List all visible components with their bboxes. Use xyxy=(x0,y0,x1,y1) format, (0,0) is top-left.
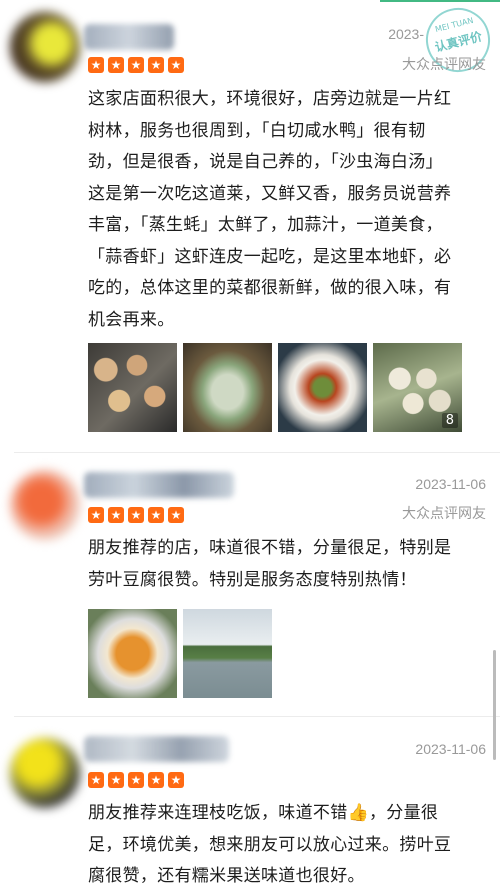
star-icon: ★ xyxy=(168,772,184,788)
review-photo-tofu-dish[interactable] xyxy=(88,609,177,698)
star-icon: ★ xyxy=(128,507,144,523)
review-line: 「蒜香虾」这虾连皮一起吃，是这里本地虾，必 xyxy=(88,246,452,267)
review-line: 机会再来。 xyxy=(88,309,175,330)
avatar[interactable] xyxy=(10,12,80,82)
avatar[interactable] xyxy=(10,738,80,808)
review-divider xyxy=(14,716,500,717)
review-photo-rice-cakes[interactable]: 8 xyxy=(373,343,462,432)
star-icon: ★ xyxy=(128,57,144,73)
avatar[interactable] xyxy=(10,470,80,540)
star-icon: ★ xyxy=(108,772,124,788)
review-date: 2023- xyxy=(388,26,424,42)
reviewer-name[interactable] xyxy=(84,736,229,762)
review-line: 劳叶豆腐很赞。特别是服务态度特别热情！ xyxy=(88,569,417,590)
star-icon: ★ xyxy=(88,772,104,788)
review-source: 大众点评网友 xyxy=(402,57,486,73)
review-line: 这是第一次吃这道莱，又鲜又香，服务员说营养 xyxy=(88,183,452,204)
reviewer-name[interactable] xyxy=(84,472,234,498)
review-source: 大众点评网友 xyxy=(402,506,486,522)
star-icon: ★ xyxy=(168,57,184,73)
review-divider xyxy=(14,452,500,453)
photo-count-badge: 8 xyxy=(441,413,458,428)
review-line: 吃的，总体这里的菜都很新鲜，做的很入味，有 xyxy=(88,278,452,298)
star-icon: ★ xyxy=(128,772,144,788)
review-card: 2023- MEI TUAN 认真评价 大众点评网友 ★ ★ ★ ★ ★ 这家店… xyxy=(0,0,500,450)
star-rating: ★ ★ ★ ★ ★ xyxy=(88,507,184,523)
reviewer-name[interactable] xyxy=(84,24,174,50)
review-photo-oysters[interactable] xyxy=(88,343,177,432)
review-photos xyxy=(88,609,272,698)
review-photo-steamed-fish[interactable] xyxy=(278,343,367,432)
star-icon: ★ xyxy=(108,507,124,523)
star-rating: ★ ★ ★ ★ ★ xyxy=(88,772,184,788)
review-line: 足，环境优美，想来朋友可以放心过来。捞叶豆 xyxy=(88,834,452,855)
star-rating: ★ ★ ★ ★ ★ xyxy=(88,57,184,73)
star-icon: ★ xyxy=(148,57,164,73)
review-photos: 8 xyxy=(88,343,462,432)
review-line: 这家店面积很大，环境很好，店旁边就是一片红 xyxy=(88,89,452,109)
scrollbar[interactable] xyxy=(493,650,496,760)
review-text[interactable]: 朋友推荐的店，味道很不错，分量很足，特别是 劳叶豆腐很赞。特别是服务态度特别热情… xyxy=(88,533,478,596)
review-line: 朋友推荐的店，味道很不错，分量很足，特别是 xyxy=(88,538,452,558)
review-date: 2023-11-06 xyxy=(415,476,486,492)
star-icon: ★ xyxy=(148,507,164,523)
star-icon: ★ xyxy=(88,507,104,523)
review-date: 2023-11-06 xyxy=(415,741,486,757)
review-card: 2023-11-06 ★ ★ ★ ★ ★ 朋友推荐来连理枝吃饭，味道不错👍，分量… xyxy=(0,718,500,889)
review-line: 树林，服务也很周到，「白切咸水鸭」很有韧 xyxy=(88,120,426,141)
star-icon: ★ xyxy=(108,57,124,73)
star-icon: ★ xyxy=(148,772,164,788)
review-line: 朋友推荐来连理枝吃饭，味道不错👍，分量很 xyxy=(88,803,439,823)
review-line: 腐很赞，还有糯米果送味道也很好。 xyxy=(88,866,365,886)
star-icon: ★ xyxy=(168,507,184,523)
review-text[interactable]: 这家店面积很大，环境很好，店旁边就是一片红 树林，服务也很周到，「白切咸水鸭」很… xyxy=(88,84,478,336)
review-card: 2023-11-06 大众点评网友 ★ ★ ★ ★ ★ 朋友推荐的店，味道很不错… xyxy=(0,454,500,716)
review-line: 丰富，「蒸生蚝」太鲜了，加蒜汁，一道美食， xyxy=(88,215,443,235)
star-icon: ★ xyxy=(88,57,104,73)
review-photo-shrimp-soup[interactable] xyxy=(183,343,272,432)
review-text[interactable]: 朋友推荐来连理枝吃饭，味道不错👍，分量很 足，环境优美，想来朋友可以放心过来。捞… xyxy=(88,798,478,889)
review-photo-mangrove-view[interactable] xyxy=(183,609,272,698)
review-line: 劲，但是很香，说是自己养的，「沙虫海白汤」 xyxy=(88,152,443,172)
